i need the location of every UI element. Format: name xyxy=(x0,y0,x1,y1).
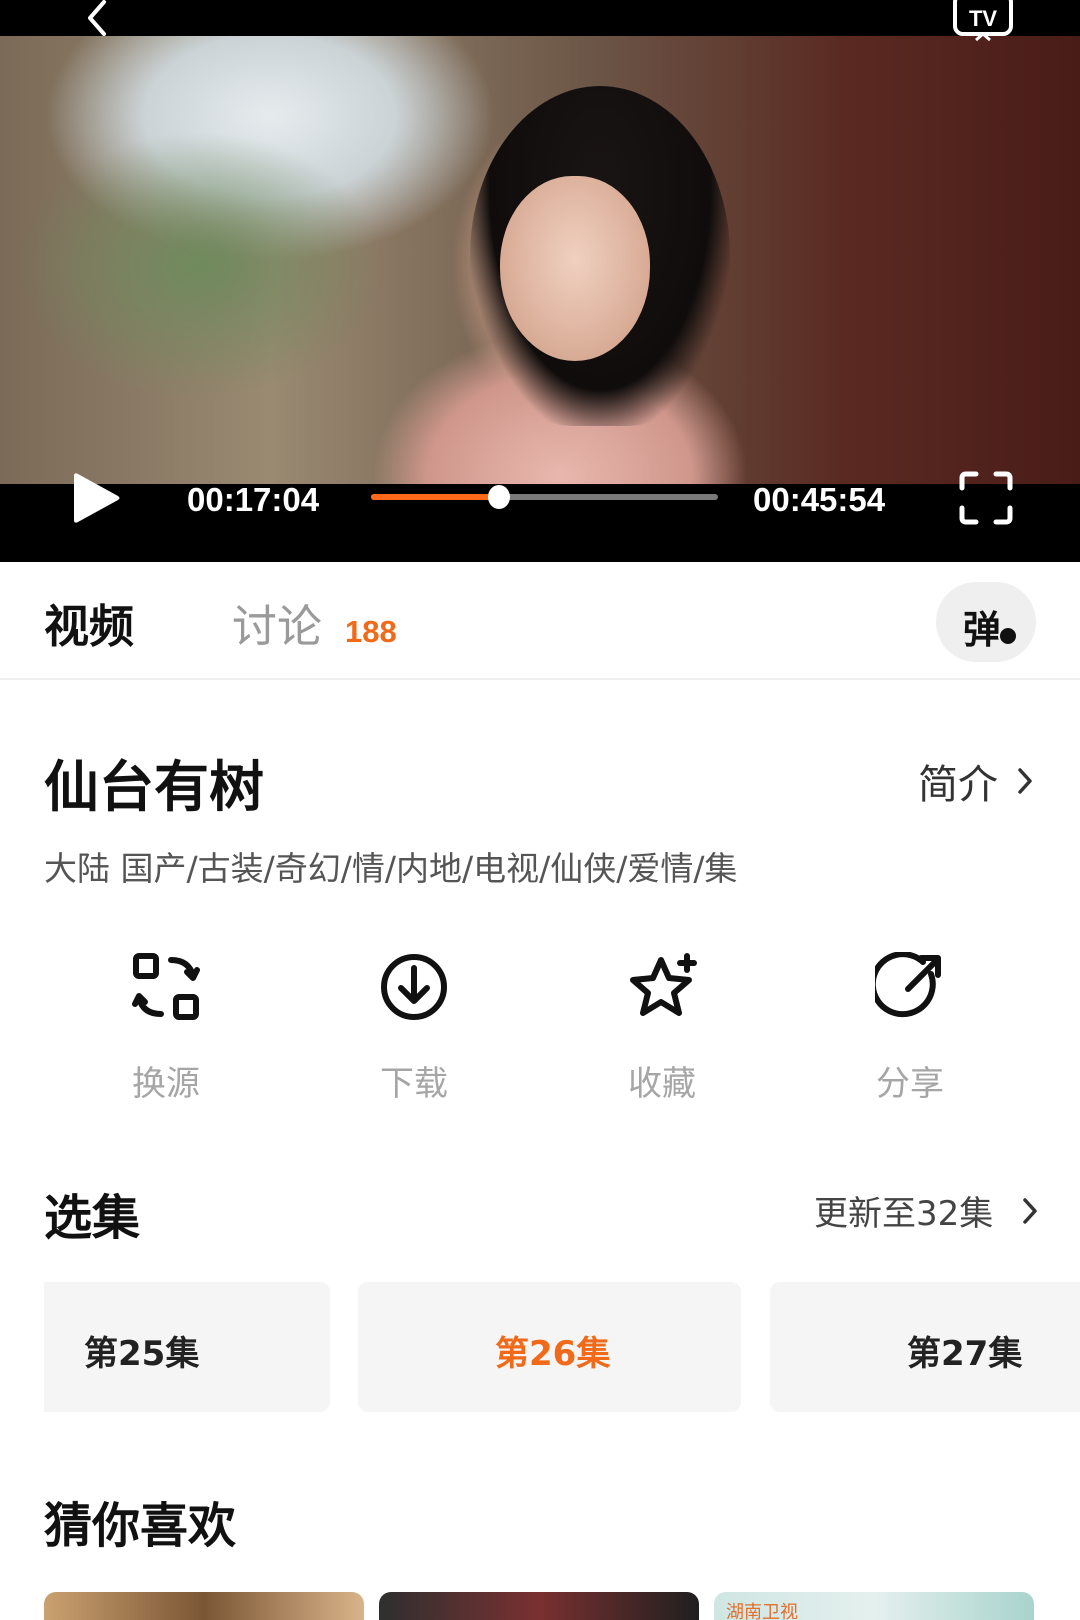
download-button[interactable]: 下载 xyxy=(339,952,489,1104)
episode-label-active: 第26集 xyxy=(495,1334,611,1374)
recommend-card[interactable]: 湖南卫视 xyxy=(714,1592,1034,1620)
favorite-label: 收藏 xyxy=(628,1064,696,1104)
chevron-right-icon xyxy=(1018,768,1032,794)
share-button[interactable]: 分享 xyxy=(835,952,985,1104)
video-frame[interactable] xyxy=(0,36,1080,484)
switch-source-icon xyxy=(132,953,200,1020)
recommend-card[interactable] xyxy=(379,1592,699,1620)
update-status: 更新至32集 xyxy=(814,1194,994,1234)
intro-label: 简介 xyxy=(918,762,998,808)
episode-label: 第25集 xyxy=(84,1334,200,1374)
share-label: 分享 xyxy=(876,1064,944,1104)
download-icon xyxy=(381,954,447,1020)
svg-text:TV: TV xyxy=(969,6,997,31)
danmaku-toggle-button[interactable]: 弹 xyxy=(936,582,1036,662)
show-tags: 大陆 国产/古装/奇幻/情/内地/电视/仙侠/爱情/集 xyxy=(44,849,738,888)
fullscreen-icon[interactable] xyxy=(958,470,1014,526)
share-icon xyxy=(875,952,941,1018)
favorite-button[interactable]: 收藏 xyxy=(587,952,737,1104)
episode-label: 第27集 xyxy=(907,1334,1023,1374)
download-label: 下载 xyxy=(380,1064,448,1104)
episode-card-26[interactable]: 第26集 xyxy=(358,1282,741,1412)
episode-card-25[interactable]: 第25集 xyxy=(44,1282,330,1412)
chevron-left-icon[interactable] xyxy=(78,0,118,36)
all-episodes-link[interactable]: 更新至32集 xyxy=(814,1186,1039,1235)
total-time: 00:45:54 xyxy=(753,481,886,518)
show-title: 仙台有树 xyxy=(44,755,265,819)
discussion-count: 188 xyxy=(345,614,397,649)
recommend-card[interactable] xyxy=(44,1592,364,1620)
progress-bar[interactable] xyxy=(371,485,718,509)
channel-badge: 湖南卫视 xyxy=(726,1602,798,1620)
episode-card-27[interactable]: 第27集 xyxy=(770,1282,1080,1412)
tv-cast-icon[interactable]: TV xyxy=(952,0,1014,42)
video-figure-face xyxy=(500,176,650,361)
content-tabs: 视频 讨论 188 弹 xyxy=(0,562,1080,680)
switch-source-label: 换源 xyxy=(132,1064,200,1104)
danmaku-label: 弹 xyxy=(963,608,1002,652)
video-player[interactable]: TV 00:17:04 00:45:54 xyxy=(0,0,1080,562)
episodes-title: 选集 xyxy=(44,1190,141,1246)
favorite-star-icon xyxy=(630,953,697,1016)
intro-link[interactable]: 简介 xyxy=(918,752,1034,810)
progress-fill xyxy=(371,494,500,500)
play-icon[interactable] xyxy=(72,470,122,526)
current-time: 00:17:04 xyxy=(187,481,320,518)
player-top-bar: TV xyxy=(0,0,1080,42)
tab-discussion[interactable]: 讨论 xyxy=(232,590,322,655)
recommend-title: 猜你喜欢 xyxy=(44,1498,237,1554)
chevron-right-icon xyxy=(1023,1197,1038,1224)
tab-video[interactable]: 视频 xyxy=(44,590,134,655)
danmaku-status-icon xyxy=(998,626,1018,646)
switch-source-button[interactable]: 换源 xyxy=(91,952,241,1104)
